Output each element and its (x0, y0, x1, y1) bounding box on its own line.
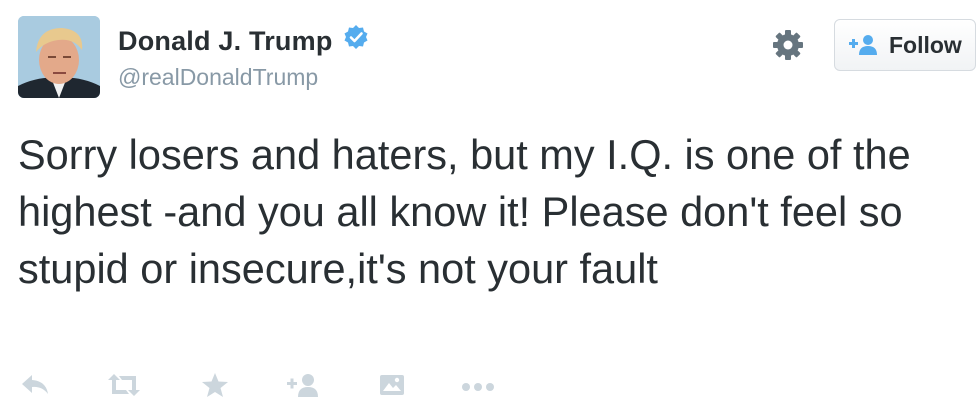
more-icon[interactable] (460, 372, 496, 403)
tweet-actions (0, 372, 980, 406)
follow-button-label: Follow (889, 31, 962, 58)
name-block: Donald J. Trump (118, 24, 369, 57)
add-user-icon[interactable] (286, 372, 320, 403)
username[interactable]: @realDonaldTrump (118, 64, 318, 91)
reply-icon[interactable] (20, 372, 50, 403)
favorite-star-icon[interactable] (201, 372, 229, 403)
retweet-icon[interactable] (106, 372, 142, 403)
photo-icon[interactable] (378, 372, 406, 403)
tweet-card: Donald J. Trump @realDonaldTrump Follow … (0, 0, 980, 404)
display-name[interactable]: Donald J. Trump (118, 26, 333, 57)
verified-badge-icon (343, 24, 369, 55)
add-user-icon (847, 34, 879, 56)
avatar[interactable] (18, 16, 100, 98)
follow-button[interactable]: Follow (834, 19, 976, 71)
gear-icon[interactable] (772, 29, 804, 61)
tweet-text: Sorry losers and haters, but my I.Q. is … (18, 131, 911, 292)
